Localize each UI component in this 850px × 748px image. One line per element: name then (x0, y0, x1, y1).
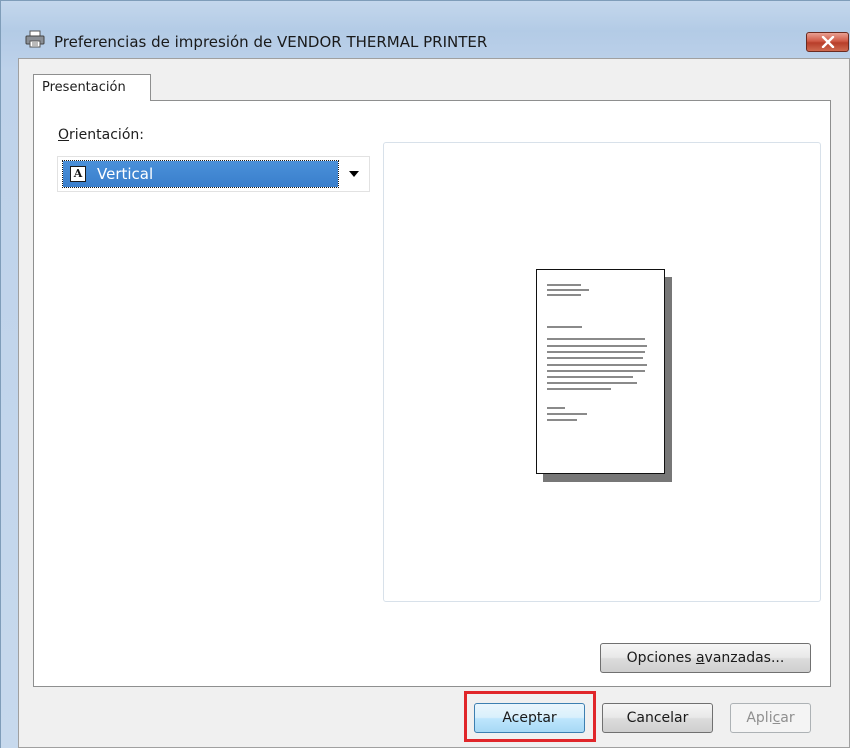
apply-label-post: ar (780, 710, 795, 726)
preview-line (547, 289, 589, 291)
advanced-label-post: vanzadas... (704, 650, 785, 666)
cancel-button[interactable]: Cancelar (602, 703, 713, 733)
close-icon (821, 36, 835, 48)
accept-button[interactable]: Aceptar (474, 703, 585, 733)
preview-line (547, 294, 581, 296)
orientation-value: Vertical (97, 165, 154, 183)
preview-line (547, 284, 581, 286)
advanced-options-button[interactable]: Opciones avanzadas... (600, 643, 811, 673)
dropdown-arrow-icon[interactable] (349, 171, 359, 177)
preview-line (547, 370, 645, 372)
preview-line (547, 345, 647, 347)
portrait-page-icon: A (70, 166, 86, 182)
preview-line (547, 376, 633, 378)
preview-line (547, 364, 647, 366)
printer-icon (25, 30, 45, 48)
preview-line (547, 326, 582, 328)
preview-line (547, 388, 611, 390)
apply-button[interactable]: Aplicar (730, 703, 811, 733)
close-button[interactable] (806, 32, 849, 52)
title-bar[interactable]: Preferencias de impresión de VENDOR THER… (1, 1, 850, 52)
preview-line (547, 382, 637, 384)
tab-presentacion[interactable]: Presentación (33, 74, 151, 101)
preview-line (547, 419, 577, 421)
window-title: Preferencias de impresión de VENDOR THER… (54, 33, 488, 51)
apply-label-pre: Apli (746, 710, 773, 726)
orientation-label: Orientación: (58, 127, 144, 143)
preview-line (547, 413, 587, 415)
orientation-mnemonic: O (58, 127, 70, 143)
preview-line (547, 407, 565, 409)
orientation-dropdown[interactable]: A Vertical (57, 156, 370, 192)
orientation-selected-item[interactable]: A Vertical (62, 160, 339, 188)
preview-line (547, 338, 645, 340)
document-preview-icon (536, 269, 665, 474)
advanced-mnemonic: a (695, 650, 705, 666)
advanced-label-pre: Opciones (626, 650, 696, 666)
orientation-label-text: rientación: (69, 127, 144, 143)
preview-line (547, 357, 643, 359)
tab-label: Presentación (42, 80, 126, 95)
preview-line (547, 351, 645, 353)
